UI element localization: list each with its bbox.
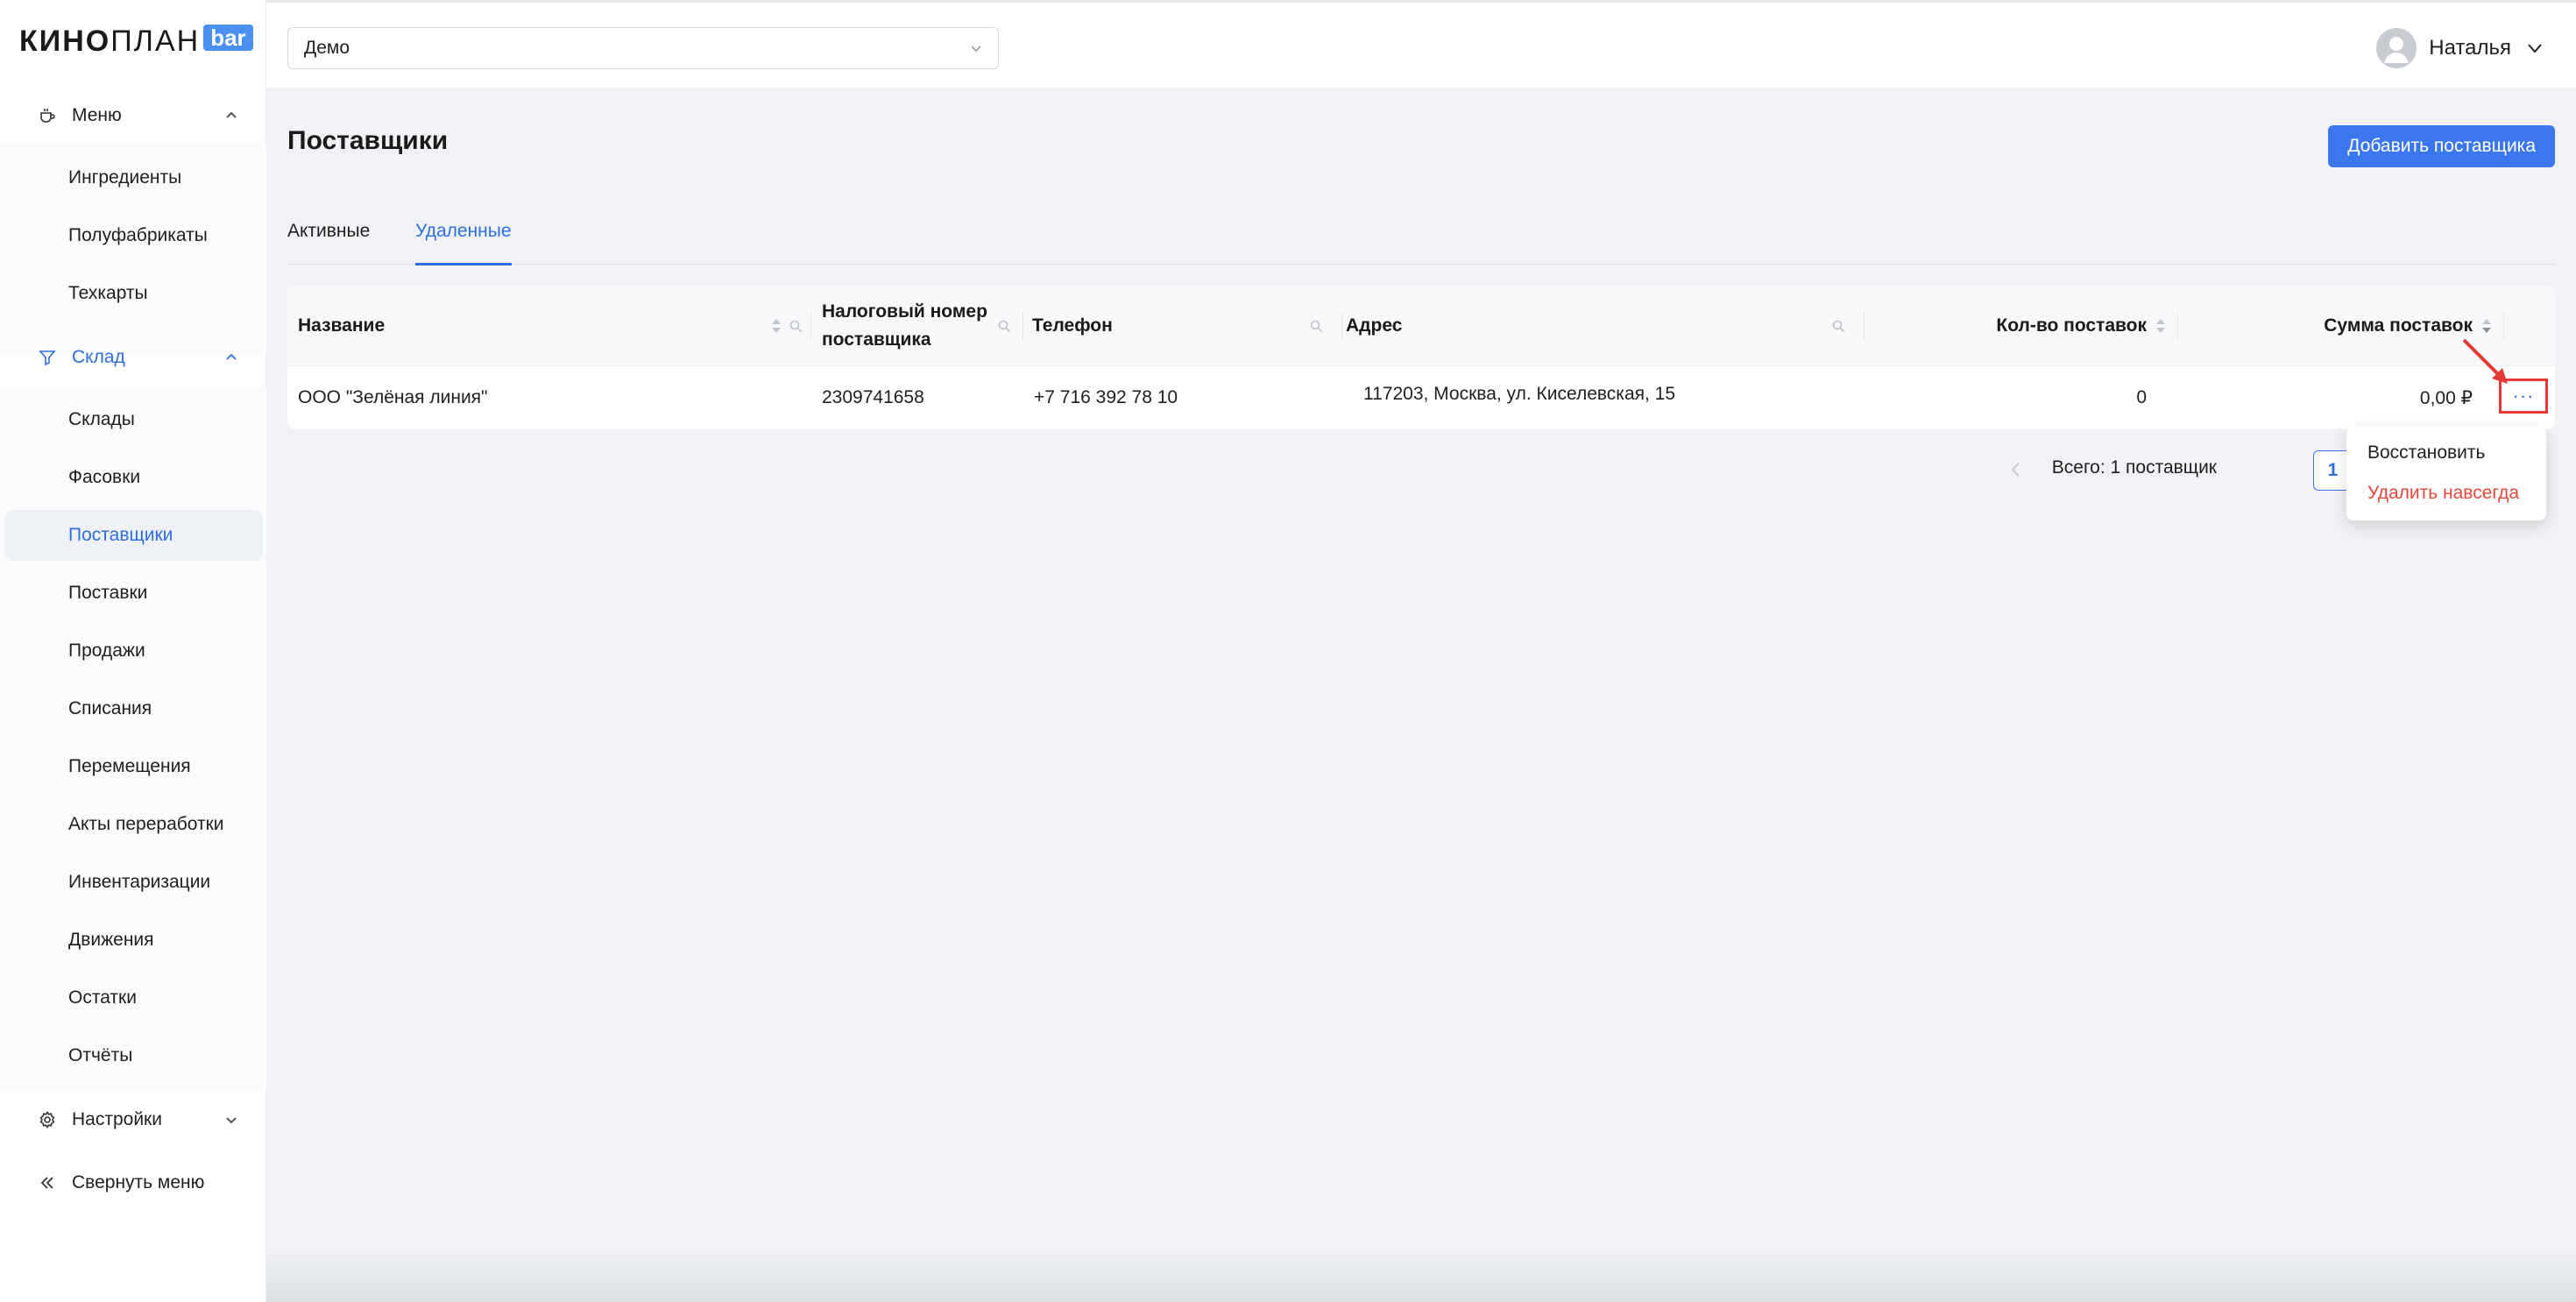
chevron-down-icon xyxy=(971,46,981,53)
gear-icon xyxy=(37,1109,58,1130)
column-header-name[interactable]: Название xyxy=(298,286,811,366)
chevron-up-icon xyxy=(226,111,237,118)
menu-item-restore[interactable]: Восстановить xyxy=(2346,433,2546,473)
sidebar-item-reports[interactable]: Отчёты xyxy=(5,1030,263,1081)
chevron-down-icon xyxy=(2528,44,2542,53)
cup-icon xyxy=(37,105,58,126)
column-header-count[interactable]: Кол-во поставок xyxy=(1865,286,2178,366)
column-header-count-label: Кол-во поставок xyxy=(1996,315,2147,336)
column-header-address[interactable]: Адрес xyxy=(1346,286,1865,366)
chevron-up-icon xyxy=(226,353,237,360)
column-header-phone[interactable]: Телефон xyxy=(1032,286,1342,366)
column-header-tax-id[interactable]: Налоговый номер поставщика xyxy=(822,286,1023,366)
sidebar-item-ingredients[interactable]: Ингредиенты xyxy=(5,152,263,203)
sidebar-group-menu-label: Меню xyxy=(72,105,122,125)
brand-logo-part2: ПЛАН xyxy=(110,24,201,58)
chevron-left-icon[interactable] xyxy=(2008,460,2024,479)
column-header-address-label: Адрес xyxy=(1346,315,1403,336)
avatar xyxy=(2376,28,2417,68)
table-header: Название Налоговый номер поставщика Теле… xyxy=(287,286,2555,366)
column-header-sum-label: Сумма поставок xyxy=(2324,315,2473,336)
column-separator xyxy=(810,312,811,340)
cell-address: 117203, Москва, ул. Киселевская, 15 xyxy=(1363,384,1676,404)
sidebar-collapse-button[interactable]: Свернуть меню xyxy=(0,1157,266,1209)
cell-sum: 0,00 ₽ xyxy=(2419,387,2473,408)
sidebar: КИНО ПЛАН bar Меню Ингредиенты Полуфабрика… xyxy=(0,0,266,1302)
sidebar-item-deliveries[interactable]: Поставки xyxy=(5,568,263,619)
sidebar-item-stock[interactable]: Остатки xyxy=(5,973,263,1023)
user-icon xyxy=(2384,37,2410,63)
tabs: Активные Удаленные xyxy=(287,216,2555,265)
table-row[interactable]: ООО "Зелёная линия" 2309741658 +7 716 39… xyxy=(287,366,2555,429)
sidebar-item-techcards[interactable]: Техкарты xyxy=(5,268,263,319)
filter-funnel-icon xyxy=(37,347,58,368)
tab-active[interactable]: Активные xyxy=(287,221,370,265)
sort-icon[interactable] xyxy=(2154,317,2168,335)
search-icon[interactable] xyxy=(1831,317,1845,335)
sidebar-item-semifinished[interactable]: Полуфабрикаты xyxy=(5,210,263,261)
annotation-arrow-icon xyxy=(2462,338,2508,384)
chevron-down-icon xyxy=(226,1117,237,1124)
sidebar-group-settings-label: Настройки xyxy=(72,1109,162,1129)
sidebar-item-movements[interactable]: Движения xyxy=(5,915,263,966)
sort-icon[interactable] xyxy=(2480,317,2494,335)
sidebar-group-menu[interactable]: Меню xyxy=(0,89,266,142)
sidebar-item-transfers[interactable]: Перемещения xyxy=(5,741,263,792)
brand-logo[interactable]: КИНО ПЛАН bar xyxy=(19,23,253,60)
cinema-select-value: Демо xyxy=(304,38,350,58)
row-actions-menu: Восстановить Удалить навсегда xyxy=(2346,426,2546,520)
user-name: Наталья xyxy=(2429,36,2511,60)
column-header-phone-label: Телефон xyxy=(1032,315,1113,336)
sidebar-collapse-label: Свернуть меню xyxy=(72,1172,205,1192)
add-supplier-button[interactable]: Добавить поставщика xyxy=(2328,125,2555,167)
sidebar-item-processing-acts[interactable]: Акты переработки xyxy=(5,799,263,850)
cinema-select[interactable]: Демо xyxy=(287,27,999,69)
sidebar-item-sales[interactable]: Продажи xyxy=(5,626,263,676)
column-separator xyxy=(1341,312,1342,340)
search-icon[interactable] xyxy=(1309,317,1323,335)
brand-logo-badge: bar xyxy=(203,25,253,51)
suppliers-table: Название Налоговый номер поставщика Теле… xyxy=(287,286,2555,429)
search-icon[interactable] xyxy=(789,317,803,335)
double-chevron-left-icon xyxy=(37,1172,58,1193)
sidebar-group-warehouse[interactable]: Склад xyxy=(0,331,266,384)
user-menu[interactable]: Наталья xyxy=(2376,27,2544,69)
cell-tax-id: 2309741658 xyxy=(822,387,924,407)
sidebar-item-warehouses[interactable]: Склады xyxy=(5,394,263,445)
menu-item-delete-forever[interactable]: Удалить навсегда xyxy=(2346,473,2546,513)
cell-name: ООО "Зелёная линия" xyxy=(298,387,488,407)
sidebar-item-writeoffs[interactable]: Списания xyxy=(5,683,263,734)
topbar: Демо Наталья xyxy=(266,0,2576,88)
sort-icon[interactable] xyxy=(769,317,783,335)
column-header-sum[interactable]: Сумма поставок xyxy=(2178,286,2504,366)
pagination-total: Всего: 1 поставщик xyxy=(2051,457,2217,478)
sidebar-item-packaging[interactable]: Фасовки xyxy=(5,452,263,503)
bottom-shade xyxy=(266,1249,2576,1302)
cell-phone: +7 716 392 78 10 xyxy=(1034,387,1178,407)
page-title: Поставщики xyxy=(287,126,449,155)
sidebar-group-warehouse-label: Склад xyxy=(72,347,125,367)
sidebar-item-suppliers[interactable]: Поставщики xyxy=(5,510,263,561)
cell-count: 0 xyxy=(2136,387,2147,407)
search-icon[interactable] xyxy=(997,317,1011,335)
tab-deleted[interactable]: Удаленные xyxy=(415,221,512,265)
brand-logo-part1: КИНО xyxy=(19,24,111,58)
column-header-tax-id-label: Налоговый номер поставщика xyxy=(822,301,987,350)
column-header-name-label: Название xyxy=(298,315,386,336)
main-content: Демо Наталья Поставщики Добавить поставщ… xyxy=(266,0,2576,1302)
sidebar-group-settings[interactable]: Настройки xyxy=(0,1093,266,1146)
sidebar-item-inventories[interactable]: Инвентаризации xyxy=(5,857,263,908)
